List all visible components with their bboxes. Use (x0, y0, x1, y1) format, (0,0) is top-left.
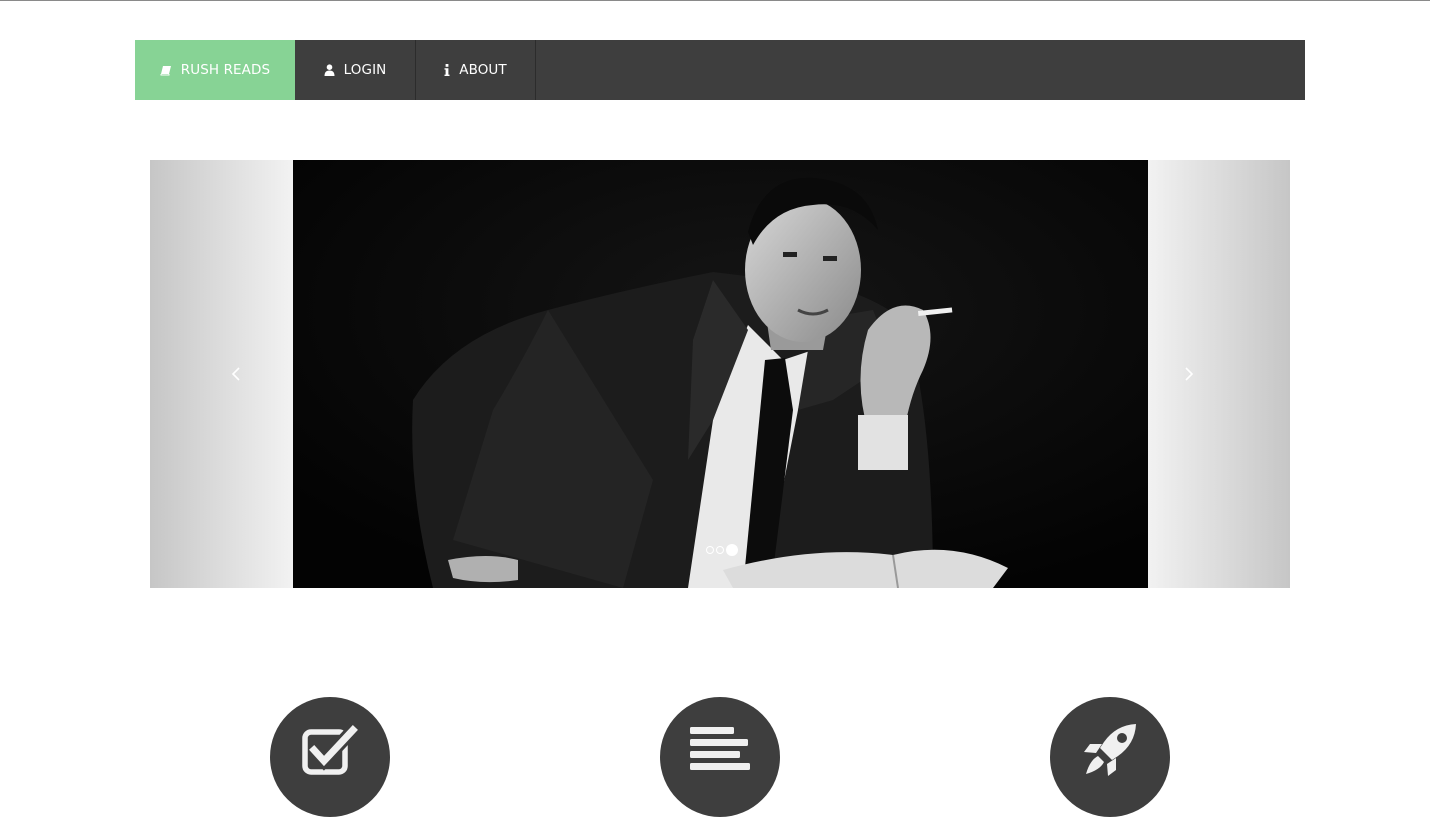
chevron-left-icon (231, 367, 240, 381)
carousel-indicator-2[interactable] (716, 546, 724, 554)
feature-circle-align (660, 697, 780, 817)
feature-circle-check (270, 697, 390, 817)
rocket-icon (1084, 724, 1136, 776)
chevron-right-icon (1185, 367, 1194, 381)
nav-item-label: ABOUT (459, 62, 507, 78)
carousel-next-button[interactable] (1174, 356, 1204, 392)
nav-item-about[interactable]: ABOUT (416, 40, 536, 100)
carousel-slide-photo (293, 160, 1148, 588)
carousel-prev-button[interactable] (221, 356, 251, 392)
navbar: RUSH READS LOGIN ABOUT (135, 40, 1305, 100)
user-icon (324, 64, 335, 76)
align-left-icon (690, 727, 750, 770)
carousel-indicators (706, 544, 738, 556)
nav-item-label: LOGIN (343, 62, 387, 78)
top-divider (0, 0, 1430, 1)
carousel-indicator-3-active[interactable] (726, 544, 738, 556)
feature-circle-rocket (1050, 697, 1170, 817)
nav-item-login[interactable]: LOGIN (295, 40, 416, 100)
carousel-indicator-1[interactable] (706, 546, 714, 554)
check-square-icon (302, 725, 358, 775)
nav-brand-label: RUSH READS (180, 62, 271, 78)
book-icon (160, 65, 172, 76)
nav-brand-rush-reads[interactable]: RUSH READS (135, 40, 295, 100)
info-icon (444, 64, 450, 76)
hero-carousel (150, 160, 1290, 588)
